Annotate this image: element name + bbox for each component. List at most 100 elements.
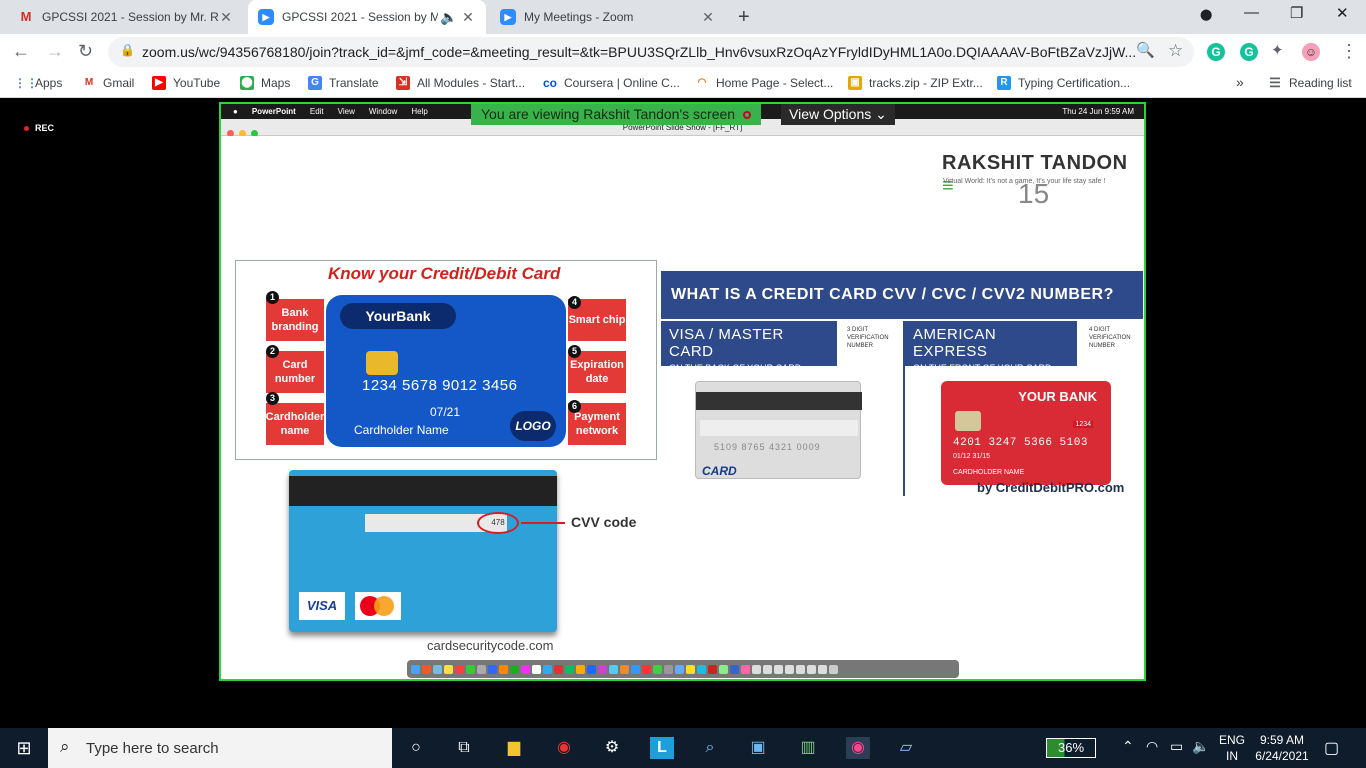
minimize-button[interactable]: — [1244,4,1259,21]
bookmark-maps[interactable]: ⬤ Maps [240,76,290,90]
slide: 1 5 RAKSHIT TANDON ≡ Virtual World: It's … [223,136,1144,658]
cortana-icon[interactable]: ○ [404,737,428,759]
wifi-icon[interactable]: ◠ [1146,738,1158,755]
windows-taskbar: ⊞ ⌕ Type here to search ○ ⧉ ▆ ◉ ⚙ L ⌕ ▣ … [0,728,1366,768]
card-holder: Cardholder Name [354,423,449,437]
tab-gpcssi-gmail[interactable]: M GPCSSI 2021 - Session by Mr. Ra ✕ [8,0,244,34]
amex-title: AMERICAN EXPRESS [913,326,997,360]
visa-logo: VISA [299,592,345,620]
chrome-profile-icon[interactable]: ◉ [846,737,870,759]
stop-share-icon [743,111,752,119]
battery-indicator[interactable]: 36% [1046,738,1096,758]
restore-button[interactable]: ❐ [1290,4,1303,22]
tab-search-icon[interactable]: ⬤ [1200,8,1212,21]
close-icon[interactable]: ✕ [460,9,476,26]
profile-avatar[interactable]: ☺ [1302,43,1320,61]
translate-icon: G [308,76,322,90]
menu-icon[interactable]: ⋮ [1340,41,1358,62]
zoom-lens-icon[interactable]: 🔍 [1136,41,1155,59]
taskbar-search-input[interactable]: ⌕ Type here to search [48,728,392,768]
bookmark-coursera[interactable]: co Coursera | Online C... [543,76,680,90]
label-number: 5 [568,345,581,358]
card-back-photo: 478 VISA [289,470,557,632]
bookmark-gmail[interactable]: M Gmail [82,76,135,90]
extensions-icon[interactable]: ✦ [1271,41,1284,59]
reading-list-button[interactable]: ☰ Reading list [1268,76,1352,91]
battery-icon[interactable]: ▭ [1170,738,1183,755]
mac-menu-item: Window [368,107,398,116]
clock-date: 6/24/2021 [1255,749,1309,763]
rec-label: REC [35,123,55,133]
back-icon[interactable]: ← [12,41,30,62]
cvv-ring: 478 [477,512,519,534]
amex-bank: YOUR BANK [1018,389,1097,404]
notes-app-icon[interactable]: ▱ [894,737,918,759]
speaker-icon[interactable]: 🔈 [438,9,460,26]
search-app-icon[interactable]: ⌕ [698,737,722,759]
windows-start-icon[interactable]: ⊞ [12,737,36,759]
three-digit-note: 3 DIGIT VERIFICATION NUMBER [847,327,889,349]
address-bar[interactable]: 🔒 zoom.us/wc/94356768180/join?track_id=&… [108,37,1194,67]
close-icon[interactable]: ✕ [700,9,716,26]
share-banner-text: You are viewing Rakshit Tandon's screen [481,106,736,122]
card-diagram-title: Know your Credit/Debit Card [328,264,561,283]
grammarly-icon-2[interactable]: G [1240,43,1258,61]
chart-app-icon[interactable]: ▥ [796,737,820,759]
settings-gear-icon[interactable]: ⚙ [600,737,624,759]
search-placeholder: Type here to search [86,739,219,757]
language-indicator[interactable]: ENG IN [1219,732,1245,764]
card-front-image: YOUR BANK 1234 4201 3247 5366 5103 01/12… [941,381,1111,485]
back-card-numbers: 5109 8765 4321 0009 [714,442,821,452]
taskbar-clock[interactable]: 9:59 AM 6/24/2021 [1254,732,1310,764]
bookmarks-bar: ⋮⋮ Apps M Gmail ▶ YouTube ⬤ Maps G Translate … [0,70,1366,98]
new-tab-button[interactable]: + [738,6,750,29]
bookmark-label: YouTube [173,76,221,90]
label-number: 4 [568,296,581,309]
monitor-app-icon[interactable]: ▣ [746,737,770,759]
reload-icon[interactable]: ↻ [78,41,93,62]
view-options-button[interactable]: View Options ⌄ [781,104,895,125]
volume-icon[interactable]: 🔈 [1192,738,1209,755]
youtube-icon: ▶ [152,76,166,90]
sample-credit-card: YourBank 1234 5678 9012 3456 07/21 Cardh… [326,295,566,447]
visa-mc-title: VISA / MASTER CARD [669,326,784,360]
bookmarks-overflow-button[interactable]: » [1236,74,1244,90]
zoom-icon: ▶ [500,9,516,25]
card-back-image: 5109 8765 4321 0009 CARD [695,381,862,479]
bookmark-youtube[interactable]: ▶ YouTube [152,76,220,90]
label-number: 3 [266,392,279,405]
bookmark-typing[interactable]: R Typing Certification... [997,76,1130,90]
l-app-icon[interactable]: L [650,737,674,759]
reading-list-label: Reading list [1289,76,1352,90]
bookmark-tracks-zip[interactable]: ▣ tracks.zip - ZIP Extr... [848,76,983,90]
cvv-infographic: WHAT IS A CREDIT CARD CVV / CVC / CVV2 N… [661,271,1143,496]
tab-my-meetings[interactable]: ▶ My Meetings - Zoom ✕ [490,0,726,34]
tab-gpcssi-zoom[interactable]: ▶ GPCSSI 2021 - Session by M 🔈 ✕ [248,0,486,34]
region-code: IN [1226,749,1238,763]
cvv-code-label: CVV code [571,514,637,530]
chip-icon [955,411,981,431]
file-explorer-icon[interactable]: ▆ [502,737,526,759]
bookmark-label: Gmail [103,76,135,90]
grammarly-icon[interactable]: G [1207,43,1225,61]
notifications-icon[interactable]: ▢ [1324,738,1339,758]
brand-text: RAKSHIT TANDON [942,152,1128,174]
bookmark-star-icon[interactable]: ☆ [1168,41,1183,61]
chip-icon [366,351,398,375]
credit-card-diagram: Know your Credit/Debit Card Bank brandin… [235,260,657,460]
chevron-up-icon[interactable]: ⌃ [1122,738,1134,755]
bookmark-apps[interactable]: ⋮⋮ Apps [14,76,62,90]
chrome-icon[interactable]: ◉ [552,737,576,759]
home-page-icon: ◠ [697,77,707,88]
credit-text: by CreditDebitPRO.com [977,480,1125,495]
close-window-button[interactable]: ✕ [1336,4,1349,22]
bookmark-all-modules[interactable]: ⇲ All Modules - Start... [396,76,525,90]
bookmark-home-page[interactable]: ◠ Home Page - Select... [695,76,834,90]
forward-icon[interactable]: → [46,41,64,62]
brand-name: RAKSHIT TANDON ≡ [942,152,1144,198]
close-icon[interactable]: ✕ [218,9,234,26]
bookmark-translate[interactable]: G Translate [308,76,379,90]
task-view-icon[interactable]: ⧉ [452,737,476,759]
cvv-pointer [521,522,565,524]
label-cardholder-name: Cardholder name [266,403,324,445]
